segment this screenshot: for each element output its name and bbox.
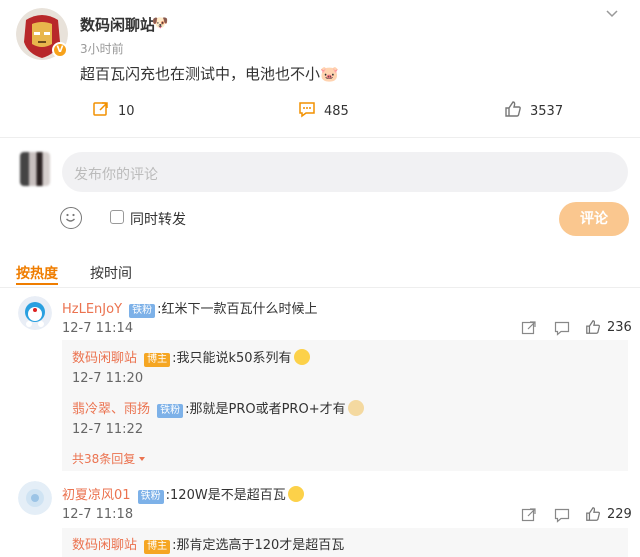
post-text-body: 超百瓦闪充也在测试中，电池也不小: [80, 65, 321, 83]
smile-emoji-icon: [293, 349, 310, 365]
reply-line: 数码闲聊站 博主:那肯定选高于120才是超百瓦: [72, 534, 344, 554]
reply-line: 数码闲聊站 博主:我只能说k50系列有: [72, 347, 310, 367]
commenter-avatar[interactable]: [18, 481, 52, 515]
comment-line: 初夏凉风01 铁粉:120W是不是超百瓦: [62, 484, 304, 504]
commenter-avatar[interactable]: [18, 296, 52, 330]
chevron-down-icon[interactable]: [604, 6, 620, 22]
fan-badge: 铁粉: [137, 490, 164, 504]
smirk-emoji-icon: [287, 486, 304, 502]
comment-username[interactable]: 初夏凉风01: [62, 488, 131, 503]
tab-sort-time[interactable]: 按时间: [90, 263, 132, 283]
more-replies-link[interactable]: 共38条回复: [72, 450, 147, 467]
like-button[interactable]: 3537: [504, 100, 563, 122]
like-count: 3537: [530, 103, 564, 119]
submit-comment-button[interactable]: 评论: [559, 202, 629, 236]
comment-icon: [298, 100, 316, 122]
forward-count: 10: [118, 103, 135, 119]
comment-like-count: 236: [607, 319, 632, 335]
comment-button[interactable]: 485: [298, 100, 349, 122]
thumbs-up-icon: [586, 507, 600, 521]
reply-username[interactable]: 数码闲聊站: [72, 351, 137, 366]
forward-checkbox-label[interactable]: 同时转发: [130, 209, 186, 229]
forward-icon[interactable]: [521, 507, 537, 523]
caret-down-icon: [139, 456, 146, 461]
emoji-icon[interactable]: [60, 207, 82, 229]
tab-sort-hot[interactable]: 按热度: [16, 263, 58, 283]
dog-emoji-icon: [347, 400, 364, 416]
divider: [0, 287, 640, 288]
comment-count: 485: [324, 103, 349, 119]
comment-username[interactable]: HzLEnJoY: [62, 302, 122, 317]
post-time[interactable]: 3小时前: [80, 40, 124, 57]
comment-text: :红米下一款百瓦什么时候上: [157, 302, 318, 317]
fan-badge: 铁粉: [129, 304, 156, 318]
thumbs-up-icon: [504, 100, 522, 122]
post-text: 超百瓦闪充也在测试中，电池也不小🐷: [80, 63, 339, 84]
reply-text: :那就是PRO或者PRO+才有: [185, 402, 346, 417]
active-tab-indicator: [16, 283, 58, 285]
comment-text: :120W是不是超百瓦: [165, 488, 286, 503]
reply-text: :那肯定选高于120才是超百瓦: [172, 538, 345, 553]
current-user-avatar: [20, 152, 50, 186]
author-badge-icon: 🐶: [152, 16, 169, 31]
thumbs-up-icon: [586, 320, 600, 334]
verified-badge: V: [52, 42, 68, 58]
comment-time: 12-7 11:14: [62, 321, 134, 336]
more-replies-label: 共38条回复: [72, 452, 136, 466]
reply-username[interactable]: 翡冷翠、雨扬: [72, 402, 150, 417]
reply-text: :我只能说k50系列有: [172, 351, 292, 366]
reply-time: 12-7 11:22: [72, 422, 144, 437]
divider: [0, 137, 640, 138]
comment-like-button[interactable]: 236: [585, 319, 632, 335]
comment-icon[interactable]: [554, 320, 570, 336]
comment-time: 12-7 11:18: [62, 507, 134, 522]
forward-icon[interactable]: [521, 320, 537, 336]
comment-like-button[interactable]: 229: [585, 506, 632, 522]
host-badge: 博主: [144, 540, 171, 554]
comment-icon[interactable]: [554, 507, 570, 523]
comment-placeholder: 发布你的评论: [74, 167, 158, 183]
host-badge: 博主: [144, 353, 171, 367]
forward-button[interactable]: 10: [92, 100, 135, 122]
pig-emoji-icon: 🐷: [320, 65, 339, 83]
comment-line: HzLEnJoY 铁粉:红米下一款百瓦什么时候上: [62, 298, 318, 318]
forward-icon: [92, 100, 110, 122]
comment-like-count: 229: [607, 506, 632, 522]
fan-badge: 铁粉: [157, 404, 184, 418]
forward-checkbox[interactable]: [110, 210, 124, 224]
reply-time: 12-7 11:20: [72, 371, 144, 386]
reply-username[interactable]: 数码闲聊站: [72, 538, 137, 553]
post-author[interactable]: 数码闲聊站: [80, 14, 155, 35]
reply-line: 翡冷翠、雨扬 铁粉:那就是PRO或者PRO+才有: [72, 398, 364, 418]
